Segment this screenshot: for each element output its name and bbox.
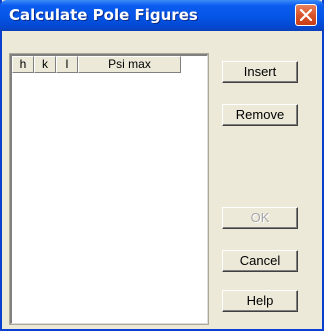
column-header-h[interactable]: h <box>12 56 34 73</box>
cancel-button[interactable]: Cancel <box>222 250 298 272</box>
dialog-window: Calculate Pole Figures h k l Psi max Ins… <box>0 0 324 331</box>
column-header-k[interactable]: k <box>34 56 56 73</box>
pole-figure-list[interactable]: h k l Psi max <box>10 54 208 324</box>
insert-button[interactable]: Insert <box>222 61 298 83</box>
remove-button[interactable]: Remove <box>222 104 298 126</box>
close-icon <box>300 9 312 21</box>
title-bar[interactable]: Calculate Pole Figures <box>0 0 324 31</box>
column-header-psi-max[interactable]: Psi max <box>78 56 181 73</box>
column-header-l[interactable]: l <box>56 56 78 73</box>
close-button[interactable] <box>295 4 317 26</box>
window-title: Calculate Pole Figures <box>9 6 198 24</box>
help-button[interactable]: Help <box>222 290 298 312</box>
ok-button[interactable]: OK <box>222 207 298 229</box>
list-header: h k l Psi max <box>12 56 181 73</box>
